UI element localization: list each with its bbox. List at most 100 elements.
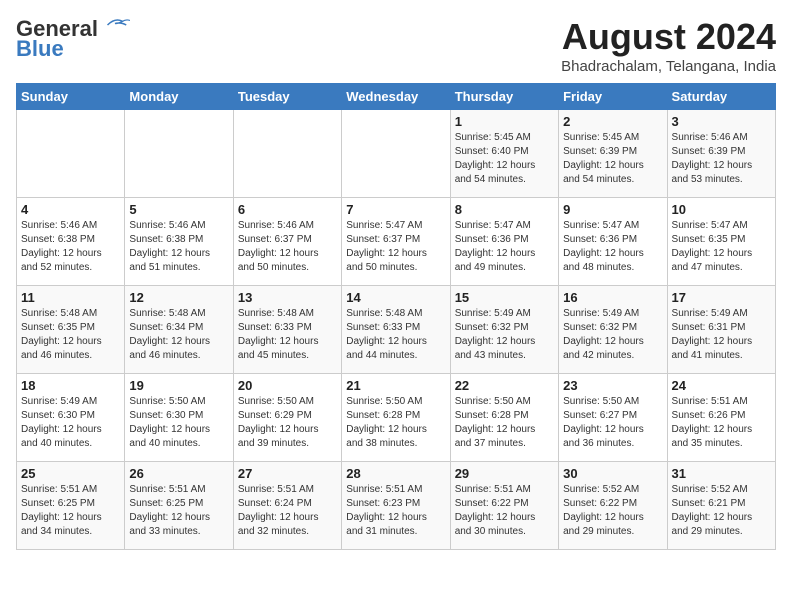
header-wednesday: Wednesday [342,84,450,110]
table-row [125,110,233,198]
day-content: Sunrise: 5:51 AM Sunset: 6:22 PM Dayligh… [455,483,554,539]
calendar-body: 1Sunrise: 5:45 AM Sunset: 6:40 PM Daylig… [17,110,776,550]
day-number: 22 [455,378,554,393]
day-content: Sunrise: 5:51 AM Sunset: 6:23 PM Dayligh… [346,483,445,539]
table-row [342,110,450,198]
day-number: 10 [672,202,771,217]
table-row: 19 Sunrise: 5:50 AM Sunset: 6:30 PM Dayli… [125,374,233,462]
table-row: 11Sunrise: 5:48 AM Sunset: 6:35 PM Dayli… [17,286,125,374]
table-row: 27 Sunrise: 5:51 AM Sunset: 6:24 PM Dayli… [233,462,341,550]
day-content: Sunrise: 5:51 AM Sunset: 6:26 PM Dayligh… [672,395,771,451]
day-number: 20 [238,378,337,393]
day-content: Sunrise: 5:52 AM Sunset: 6:21 PM Dayligh… [672,483,771,539]
header-tuesday: Tuesday [233,84,341,110]
day-content: Sunrise: 5:50 AM Sunset: 6:28 PM Dayligh… [455,395,554,451]
table-row: 5Sunrise: 5:46 AM Sunset: 6:38 PM Daylig… [125,198,233,286]
table-row: 4 Sunrise: 5:46 AM Sunset: 6:38 PM Daylig… [17,198,125,286]
table-row: 7 Sunrise: 5:47 AM Sunset: 6:37 PM Daylig… [342,198,450,286]
day-content: Sunrise: 5:51 AM Sunset: 6:25 PM Dayligh… [21,483,120,539]
calendar-table: Sunday Monday Tuesday Wednesday Thursday… [16,83,776,550]
day-number: 31 [672,466,771,481]
table-row: 1Sunrise: 5:45 AM Sunset: 6:40 PM Daylig… [450,110,558,198]
table-row: 12 Sunrise: 5:48 AM Sunset: 6:34 PM Dayli… [125,286,233,374]
day-content: Sunrise: 5:50 AM Sunset: 6:29 PM Dayligh… [238,395,337,451]
day-number: 27 [238,466,337,481]
day-content: Sunrise: 5:46 AM Sunset: 6:37 PM Dayligh… [238,219,337,275]
day-number: 7 [346,202,445,217]
header-saturday: Saturday [667,84,775,110]
day-content: Sunrise: 5:49 AM Sunset: 6:30 PM Dayligh… [21,395,120,451]
day-number: 16 [563,290,662,305]
header-sunday: Sunday [17,84,125,110]
day-number: 9 [563,202,662,217]
day-number: 14 [346,290,445,305]
day-content: Sunrise: 5:49 AM Sunset: 6:32 PM Dayligh… [455,307,554,363]
day-number: 12 [129,290,228,305]
table-row [17,110,125,198]
day-number: 3 [672,114,771,129]
day-number: 19 [129,378,228,393]
table-row: 9 Sunrise: 5:47 AM Sunset: 6:36 PM Daylig… [559,198,667,286]
location-subtitle: Bhadrachalam, Telangana, India [561,58,776,75]
day-number: 30 [563,466,662,481]
table-row: 2Sunrise: 5:45 AM Sunset: 6:39 PM Daylig… [559,110,667,198]
table-row: 28 Sunrise: 5:51 AM Sunset: 6:23 PM Dayli… [342,462,450,550]
day-number: 18 [21,378,120,393]
day-content: Sunrise: 5:46 AM Sunset: 6:39 PM Dayligh… [672,131,771,187]
day-content: Sunrise: 5:48 AM Sunset: 6:35 PM Dayligh… [21,307,120,363]
day-content: Sunrise: 5:47 AM Sunset: 6:37 PM Dayligh… [346,219,445,275]
logo: General Blue [16,16,130,62]
table-row: 22 Sunrise: 5:50 AM Sunset: 6:28 PM Dayli… [450,374,558,462]
day-number: 23 [563,378,662,393]
day-content: Sunrise: 5:50 AM Sunset: 6:30 PM Dayligh… [129,395,228,451]
logo-blue: Blue [16,36,64,62]
day-content: Sunrise: 5:48 AM Sunset: 6:33 PM Dayligh… [346,307,445,363]
table-row [233,110,341,198]
day-content: Sunrise: 5:51 AM Sunset: 6:24 PM Dayligh… [238,483,337,539]
day-content: Sunrise: 5:47 AM Sunset: 6:35 PM Dayligh… [672,219,771,275]
day-content: Sunrise: 5:48 AM Sunset: 6:34 PM Dayligh… [129,307,228,363]
day-content: Sunrise: 5:49 AM Sunset: 6:32 PM Dayligh… [563,307,662,363]
day-number: 8 [455,202,554,217]
table-row: 3 Sunrise: 5:46 AM Sunset: 6:39 PM Daylig… [667,110,775,198]
table-row: 21Sunrise: 5:50 AM Sunset: 6:28 PM Dayli… [342,374,450,462]
header-friday: Friday [559,84,667,110]
table-row: 29 Sunrise: 5:51 AM Sunset: 6:22 PM Dayli… [450,462,558,550]
header-monday: Monday [125,84,233,110]
table-row: 24 Sunrise: 5:51 AM Sunset: 6:26 PM Dayli… [667,374,775,462]
table-row: 8 Sunrise: 5:47 AM Sunset: 6:36 PM Daylig… [450,198,558,286]
table-row: 13 Sunrise: 5:48 AM Sunset: 6:33 PM Dayli… [233,286,341,374]
day-number: 29 [455,466,554,481]
table-row: 15 Sunrise: 5:49 AM Sunset: 6:32 PM Dayli… [450,286,558,374]
day-number: 25 [21,466,120,481]
calendar-header: Sunday Monday Tuesday Wednesday Thursday… [17,84,776,110]
day-content: Sunrise: 5:49 AM Sunset: 6:31 PM Dayligh… [672,307,771,363]
day-number: 26 [129,466,228,481]
day-content: Sunrise: 5:50 AM Sunset: 6:27 PM Dayligh… [563,395,662,451]
day-number: 24 [672,378,771,393]
day-number: 15 [455,290,554,305]
day-content: Sunrise: 5:50 AM Sunset: 6:28 PM Dayligh… [346,395,445,451]
title-area: August 2024 Bhadrachalam, Telangana, Ind… [561,16,776,75]
table-row: 20 Sunrise: 5:50 AM Sunset: 6:29 PM Dayli… [233,374,341,462]
day-number: 28 [346,466,445,481]
table-row: 14 Sunrise: 5:48 AM Sunset: 6:33 PM Dayli… [342,286,450,374]
table-row: 6Sunrise: 5:46 AM Sunset: 6:37 PM Daylig… [233,198,341,286]
day-content: Sunrise: 5:47 AM Sunset: 6:36 PM Dayligh… [563,219,662,275]
table-row: 31 Sunrise: 5:52 AM Sunset: 6:21 PM Dayli… [667,462,775,550]
day-content: Sunrise: 5:48 AM Sunset: 6:33 PM Dayligh… [238,307,337,363]
table-row: 30 Sunrise: 5:52 AM Sunset: 6:22 PM Dayli… [559,462,667,550]
day-content: Sunrise: 5:47 AM Sunset: 6:36 PM Dayligh… [455,219,554,275]
day-number: 2 [563,114,662,129]
page-header: General Blue August 2024 Bhadrachalam, T… [16,16,776,75]
day-content: Sunrise: 5:51 AM Sunset: 6:25 PM Dayligh… [129,483,228,539]
day-content: Sunrise: 5:46 AM Sunset: 6:38 PM Dayligh… [21,219,120,275]
header-thursday: Thursday [450,84,558,110]
table-row: 25 Sunrise: 5:51 AM Sunset: 6:25 PM Dayli… [17,462,125,550]
table-row: 17Sunrise: 5:49 AM Sunset: 6:31 PM Dayli… [667,286,775,374]
table-row: 26 Sunrise: 5:51 AM Sunset: 6:25 PM Dayli… [125,462,233,550]
day-content: Sunrise: 5:52 AM Sunset: 6:22 PM Dayligh… [563,483,662,539]
day-number: 4 [21,202,120,217]
month-year-title: August 2024 [561,16,776,58]
day-number: 13 [238,290,337,305]
